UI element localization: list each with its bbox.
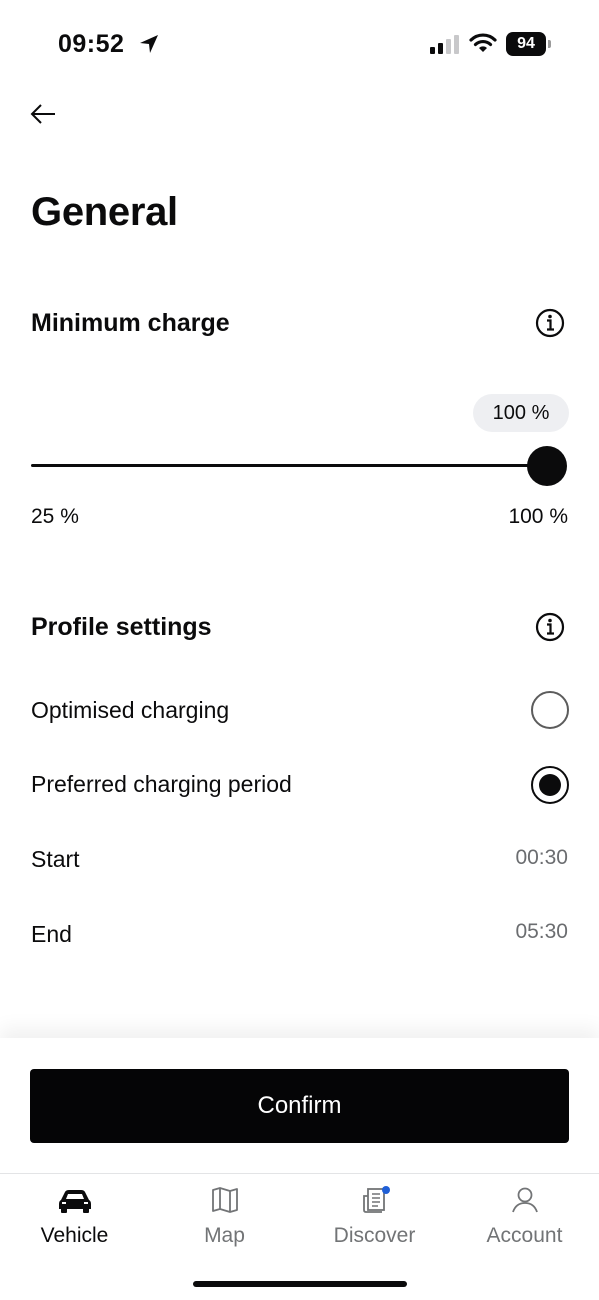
map-icon — [211, 1187, 238, 1213]
home-indicator — [193, 1281, 407, 1287]
cellular-signal-icon — [430, 35, 459, 54]
minimum-charge-title: Minimum charge — [31, 309, 230, 337]
tab-discover-label: Discover — [333, 1224, 416, 1247]
tab-account[interactable]: Account — [450, 1174, 599, 1264]
confirm-button[interactable]: Confirm — [30, 1069, 569, 1143]
option-optimised-charging-label: Optimised charging — [31, 697, 230, 723]
start-label: Start — [31, 846, 80, 872]
user-icon — [511, 1187, 538, 1213]
tab-discover[interactable]: Discover — [300, 1174, 449, 1264]
battery-level: 94 — [506, 32, 546, 56]
page-title: General — [31, 190, 178, 234]
minimum-charge-slider-track[interactable] — [31, 464, 547, 467]
news-icon — [362, 1186, 390, 1213]
start-time-value[interactable]: 00:30 — [515, 846, 568, 870]
preferred-charging-period-radio[interactable] — [531, 766, 569, 804]
minimum-charge-slider-thumb[interactable] — [527, 446, 567, 486]
slider-value-bubble: 100 % — [473, 394, 569, 432]
info-icon[interactable] — [535, 308, 565, 338]
location-arrow-icon — [140, 35, 158, 53]
slider-min-label: 25 % — [31, 505, 79, 528]
tab-map[interactable]: Map — [150, 1174, 299, 1264]
tab-vehicle[interactable]: Vehicle — [0, 1174, 149, 1264]
option-preferred-period-label: Preferred charging period — [31, 771, 292, 797]
wifi-icon — [469, 33, 497, 52]
slider-max-label: 100 % — [508, 505, 568, 528]
end-label: End — [31, 921, 72, 947]
end-time-value[interactable]: 05:30 — [515, 920, 568, 944]
back-button[interactable] — [28, 98, 60, 130]
battery-icon: 94 — [506, 32, 552, 56]
tab-vehicle-label: Vehicle — [40, 1224, 109, 1247]
tab-account-label: Account — [486, 1224, 563, 1247]
status-bar: 09:52 94 — [0, 0, 599, 90]
info-icon[interactable] — [535, 612, 565, 642]
optimised-charging-radio[interactable] — [531, 691, 569, 729]
notification-badge — [381, 1186, 390, 1194]
status-time: 09:52 — [58, 30, 125, 58]
profile-settings-title: Profile settings — [31, 613, 212, 641]
car-icon — [58, 1190, 91, 1213]
tab-map-label: Map — [204, 1224, 245, 1247]
